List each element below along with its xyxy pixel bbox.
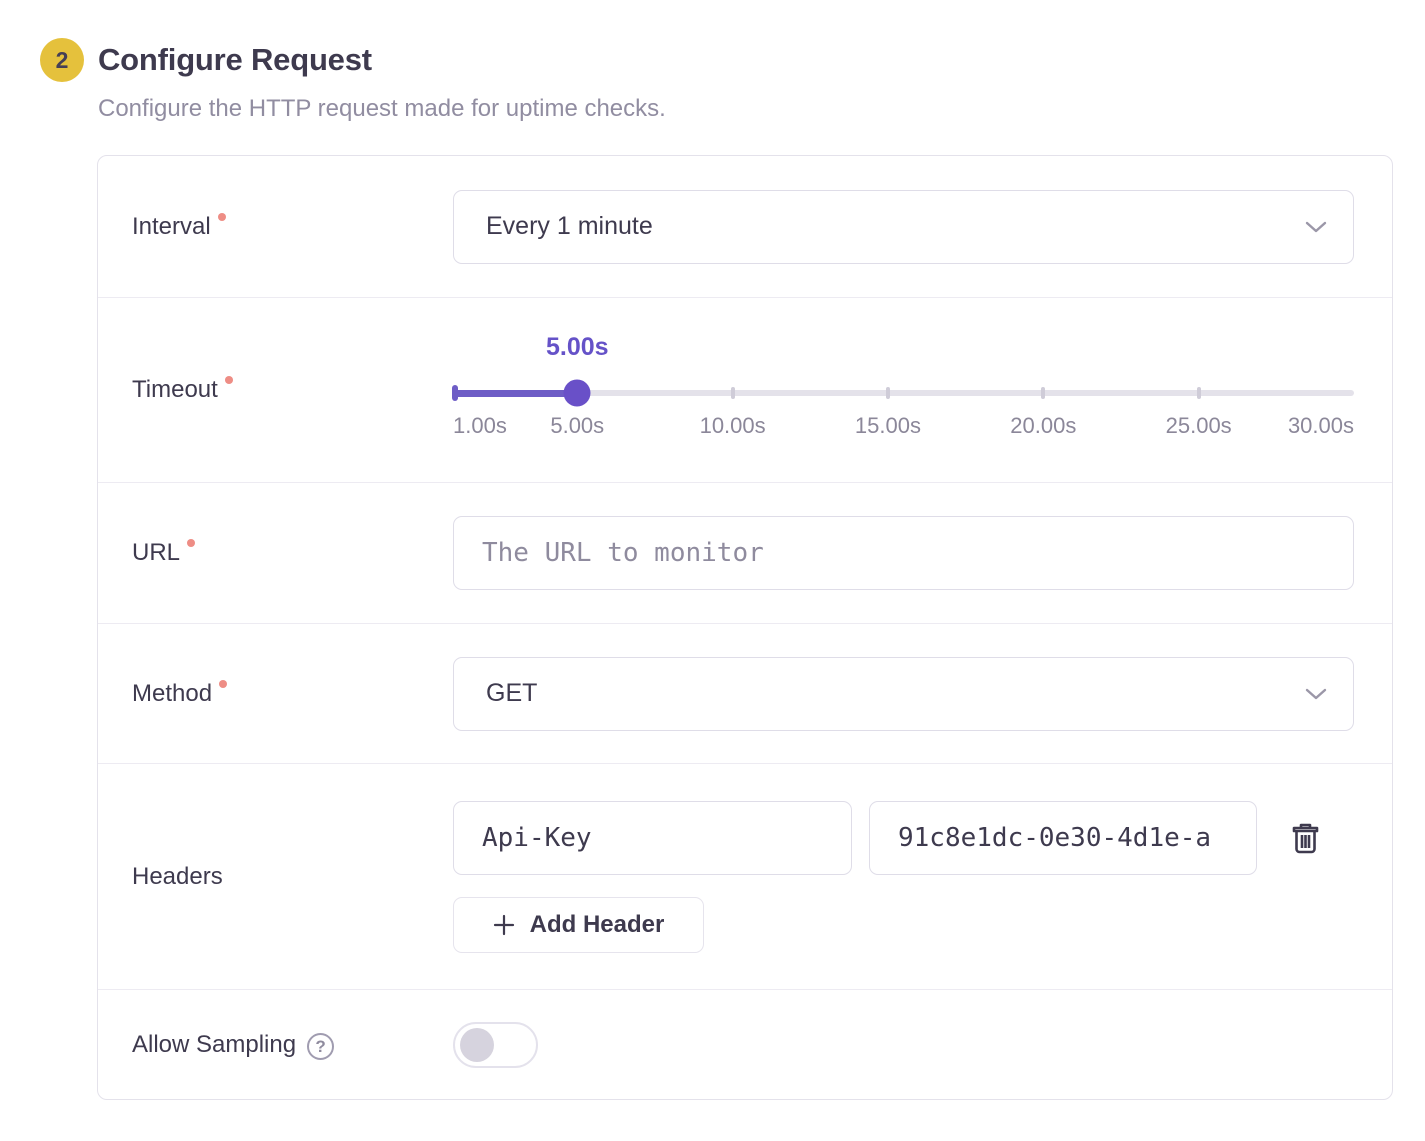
interval-row: Interval Every 1 minute [98, 156, 1392, 297]
chevron-down-icon [1305, 220, 1327, 234]
interval-label: Interval [132, 213, 211, 241]
slider-tick [886, 387, 890, 399]
method-select[interactable]: GET [453, 657, 1354, 731]
header-key-value-row [453, 801, 1354, 875]
method-label: Method [132, 680, 212, 708]
interval-select[interactable]: Every 1 minute [453, 190, 1354, 264]
slider-tick [1197, 387, 1201, 399]
slider-track-start-cap [452, 385, 458, 401]
slider-tick [1041, 387, 1045, 399]
slider-scale-label: 10.00s [700, 413, 766, 439]
step-number: 2 [56, 47, 69, 74]
delete-header-button[interactable] [1286, 816, 1325, 859]
header-name-input[interactable] [453, 801, 852, 875]
required-dot [187, 539, 195, 547]
chevron-down-icon [1305, 687, 1327, 701]
slider-scale-labels: 1.00s 5.00s 10.00s 15.00s 20.00s 25.00s … [453, 413, 1354, 439]
required-dot [219, 680, 227, 688]
timeout-slider: 5.00s 1.00s 5.00s 10.00s [453, 335, 1354, 445]
plus-icon [493, 914, 515, 936]
add-header-label: Add Header [530, 911, 665, 939]
method-row: Method GET [98, 623, 1392, 763]
allow-sampling-toggle[interactable] [453, 1022, 538, 1068]
slider-scale-label: 20.00s [1010, 413, 1076, 439]
allow-sampling-label: Allow Sampling [132, 1031, 296, 1059]
trash-icon [1290, 820, 1321, 855]
configure-request-card: Interval Every 1 minute Timeout 5. [97, 155, 1393, 1100]
slider-scale-label: 5.00s [550, 413, 604, 439]
slider-scale-label: 25.00s [1166, 413, 1232, 439]
timeout-label: Timeout [132, 376, 218, 404]
header-value-input[interactable] [869, 801, 1257, 875]
slider-tick [731, 387, 735, 399]
toggle-knob [460, 1028, 494, 1062]
timeout-slider-handle[interactable] [564, 380, 591, 407]
page-subtitle: Configure the HTTP request made for upti… [98, 95, 666, 123]
slider-track-active [453, 390, 577, 397]
url-input[interactable] [453, 516, 1354, 590]
headers-label: Headers [132, 863, 223, 891]
timeout-row: Timeout 5.00s [98, 297, 1392, 482]
headers-row: Headers [98, 763, 1392, 989]
section-header: 2 Configure Request Configure the HTTP r… [40, 38, 666, 123]
interval-selected-value: Every 1 minute [486, 212, 653, 241]
url-label: URL [132, 539, 180, 567]
add-header-button[interactable]: Add Header [453, 897, 704, 953]
method-selected-value: GET [486, 679, 537, 708]
page-title: Configure Request [98, 42, 372, 78]
required-dot [225, 376, 233, 384]
slider-scale-label: 1.00s [453, 413, 507, 439]
help-glyph: ? [315, 1037, 325, 1057]
slider-scale-label: 30.00s [1288, 413, 1354, 439]
required-dot [218, 213, 226, 221]
timeout-slider-track[interactable] [453, 385, 1354, 401]
step-number-badge: 2 [40, 38, 84, 82]
timeout-slider-value: 5.00s [546, 333, 609, 362]
allow-sampling-row: Allow Sampling ? [98, 989, 1392, 1099]
url-row: URL [98, 482, 1392, 623]
help-icon[interactable]: ? [307, 1033, 334, 1060]
slider-scale-label: 15.00s [855, 413, 921, 439]
